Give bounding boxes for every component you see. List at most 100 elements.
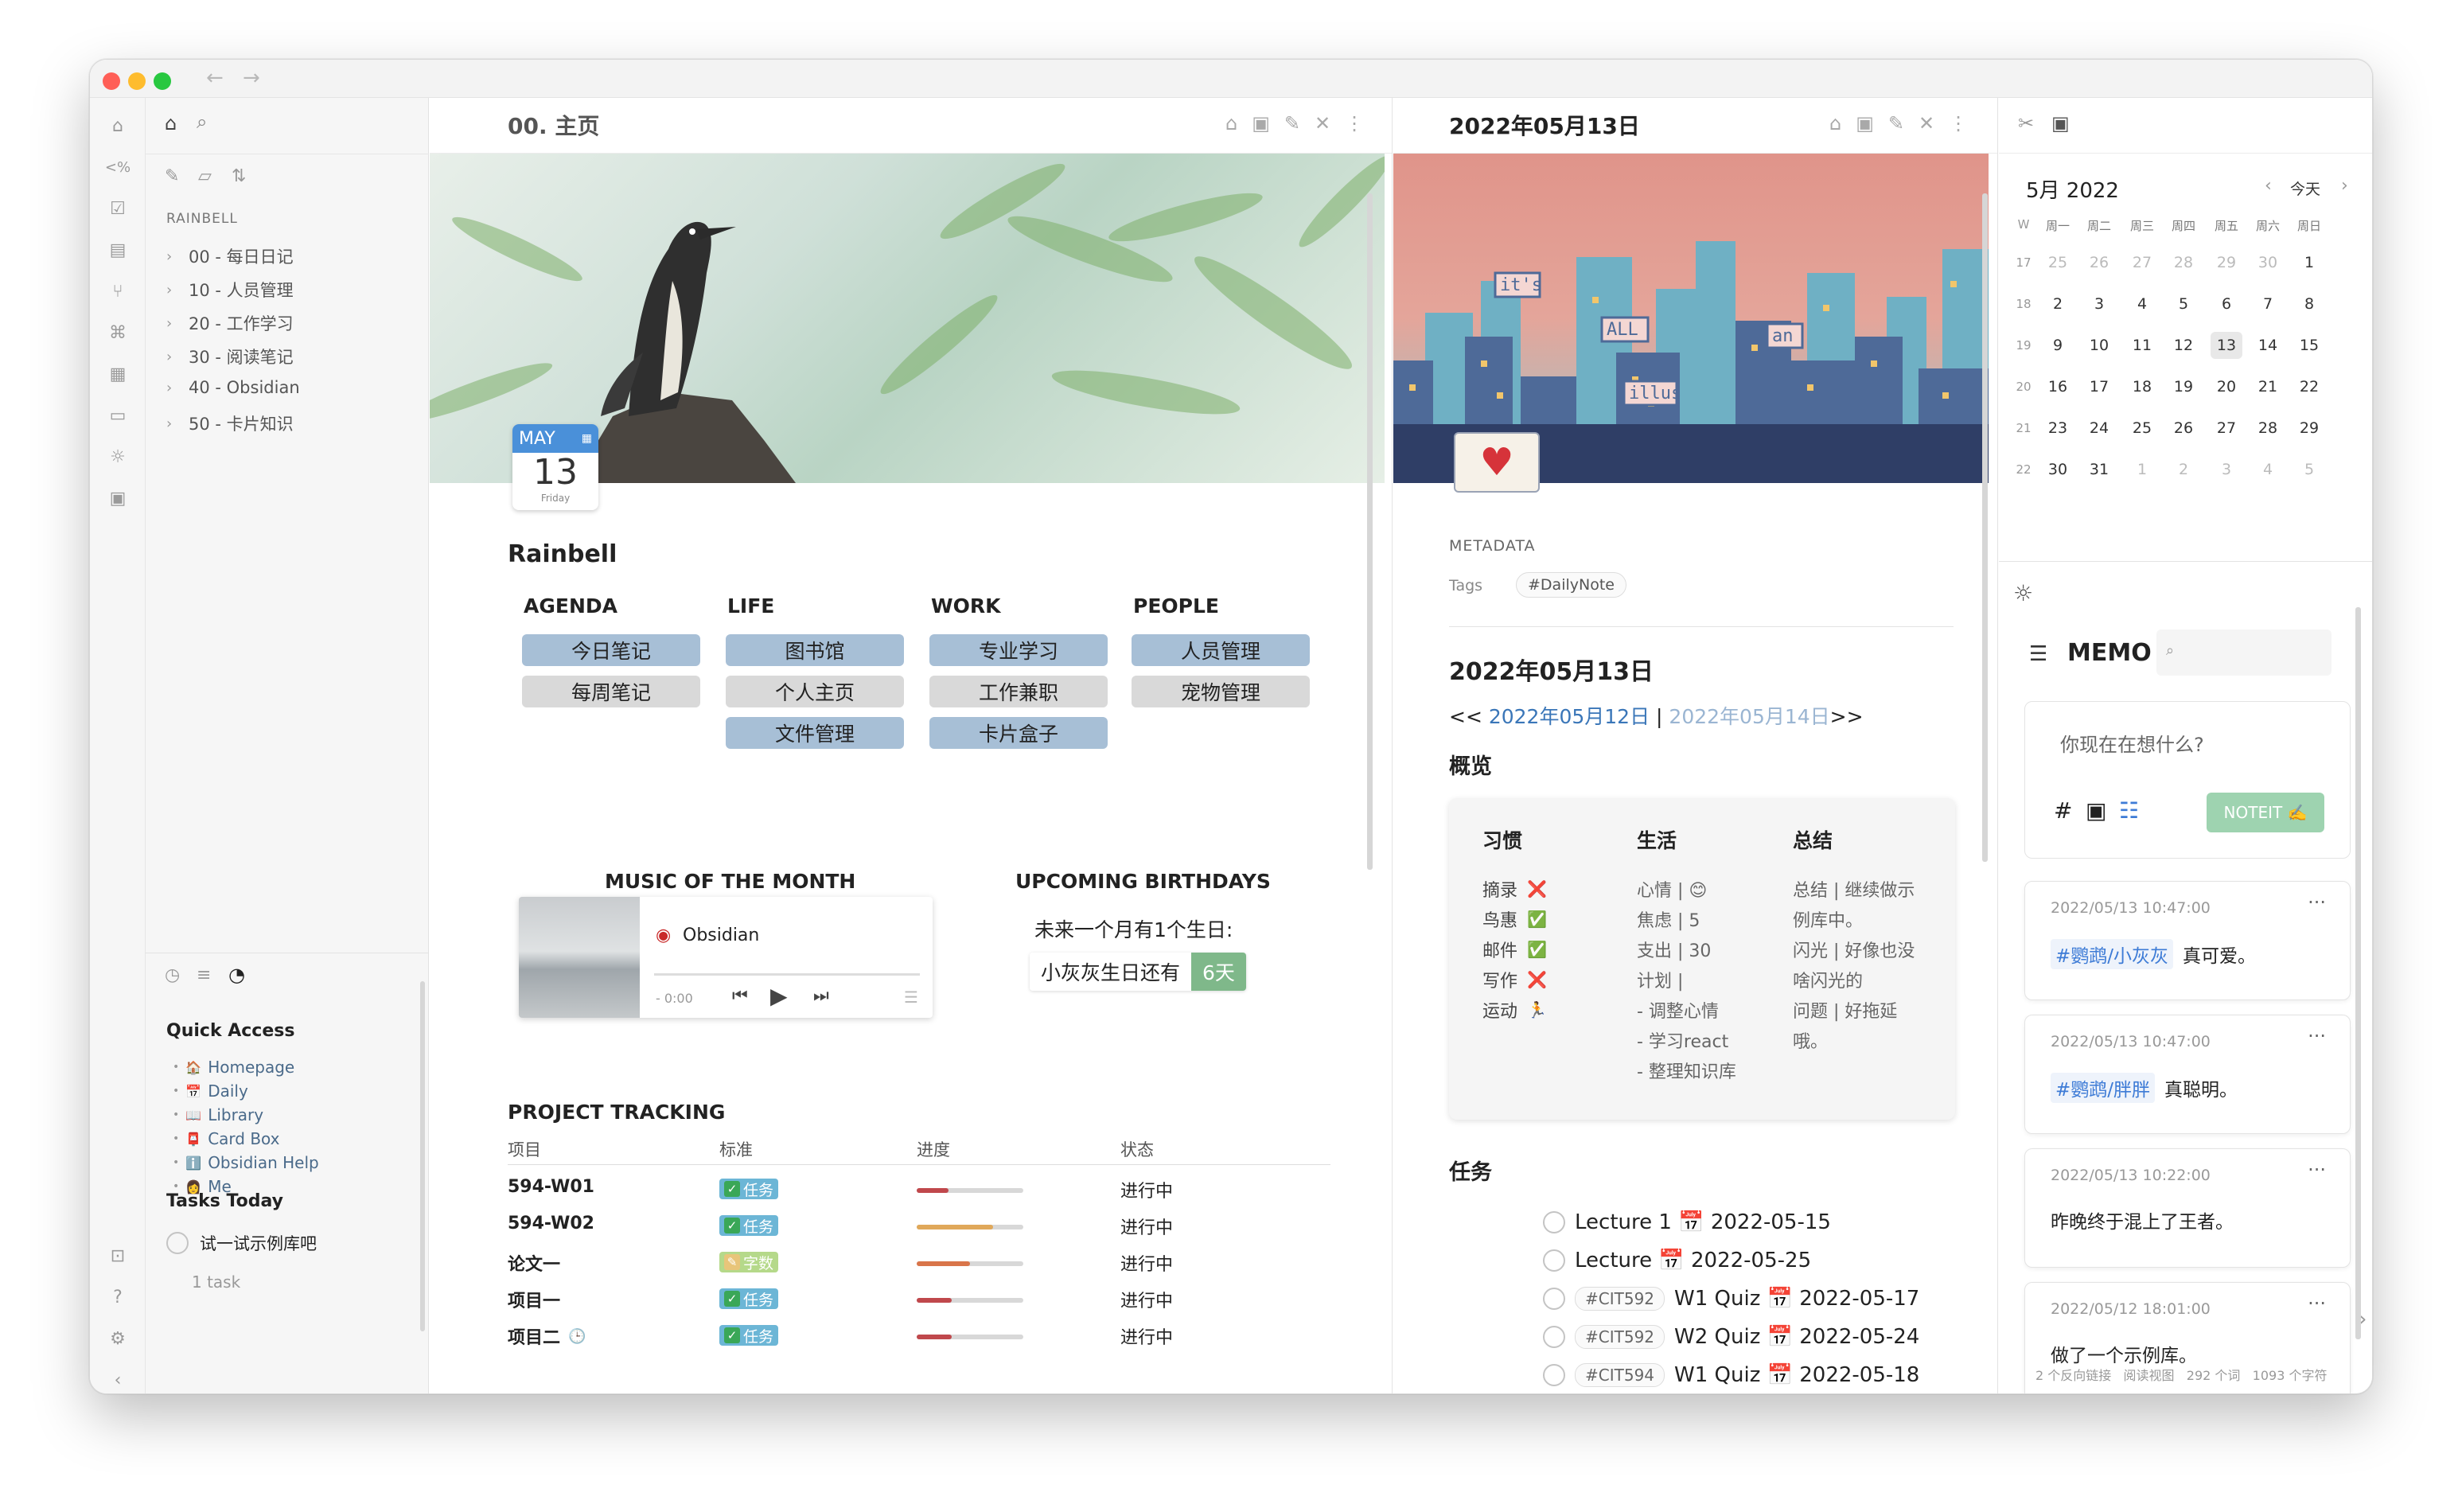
calendar-day[interactable]: 5 [2168, 295, 2199, 313]
calendar-day[interactable]: 3 [2083, 295, 2115, 313]
edit-icon[interactable]: ✎ [1284, 112, 1300, 134]
calendar-day[interactable]: 26 [2083, 254, 2115, 271]
memo-card[interactable]: 2022/05/13 10:47:00 ··· #鹦鹉/胖胖 真聪明。 [2024, 1015, 2351, 1134]
task-item[interactable]: Lecture 📅 2022-05-25 [1543, 1249, 1811, 1272]
home-icon[interactable]: ⌂ [1225, 112, 1237, 134]
memo-card[interactable]: 2022/05/13 10:47:00 ··· #鹦鹉/小灰灰 真可爱。 [2024, 881, 2351, 1000]
blocks-icon[interactable]: ▦ [104, 360, 131, 388]
task-tag[interactable]: #CIT592 [1575, 1287, 1665, 1311]
calendar-day[interactable]: 10 [2083, 337, 2115, 354]
more-icon[interactable]: ⋮ [1949, 112, 1968, 134]
calendar-day[interactable]: 1 [2126, 461, 2158, 478]
calendar-day[interactable]: 3 [2211, 461, 2242, 478]
memo-more-icon[interactable]: ··· [2308, 1025, 2326, 1047]
memo-search-input[interactable]: ⌕ [2156, 629, 2331, 676]
calendar-day[interactable]: 12 [2168, 337, 2199, 354]
calendar-day[interactable]: 4 [2126, 295, 2158, 313]
daily-note-tag[interactable]: #DailyNote [1516, 572, 1626, 598]
settings-gear-icon[interactable]: ⚙ [104, 1325, 131, 1352]
memo-editor[interactable]: 你现在在想什么? # ▣ ☷ NOTEIT ✍️ [2024, 701, 2351, 859]
collapse-icon[interactable]: ‹ [104, 1366, 131, 1393]
folder-tree-item[interactable]: › 20 - 工作学习 [166, 311, 294, 335]
minimize-window-button[interactable] [128, 72, 146, 90]
folder-tree-item[interactable]: › 50 - 卡片知识 [166, 411, 294, 435]
calendar-day[interactable]: 30 [2252, 254, 2284, 271]
task-tag[interactable]: #CIT592 [1575, 1325, 1665, 1349]
folder-tree-item[interactable]: › 00 - 每日日记 [166, 244, 294, 268]
lightbulb-icon[interactable]: ☼ [104, 443, 131, 470]
recent-icon[interactable]: ◷ [165, 965, 180, 985]
nav-button[interactable]: 每周笔记 [522, 676, 700, 707]
lightbulb-icon[interactable]: ☼ [2013, 580, 2033, 606]
calendar-day[interactable]: 27 [2126, 254, 2158, 271]
calendar-day[interactable]: 7 [2252, 295, 2284, 313]
calendar-day[interactable]: 29 [2293, 419, 2325, 437]
memo-more-icon[interactable]: ··· [2308, 891, 2326, 914]
calendar-day[interactable]: 22 [2293, 378, 2325, 396]
scrollbar[interactable] [420, 981, 425, 1331]
calendar-day[interactable]: 25 [2042, 254, 2074, 271]
quick-access-item[interactable]: • 📮 Card Box [173, 1129, 280, 1148]
noteit-button[interactable]: NOTEIT ✍️ [2207, 793, 2324, 832]
clock-icon[interactable]: ◔ [228, 964, 245, 986]
calendar-day[interactable]: 9 [2042, 337, 2074, 354]
calendar-day[interactable]: 2 [2042, 295, 2074, 313]
close-icon[interactable]: ✕ [1315, 112, 1330, 134]
scrollbar[interactable] [1367, 193, 1373, 870]
nav-button[interactable]: 卡片盒子 [929, 717, 1108, 749]
calendar-day[interactable]: 14 [2252, 337, 2284, 354]
project-name[interactable]: 项目二 🕒 [508, 1323, 586, 1349]
memo-tag[interactable]: #鹦鹉/小灰灰 [2051, 939, 2174, 969]
task-checkbox[interactable] [166, 1232, 189, 1254]
help-icon[interactable]: ? [104, 1284, 131, 1311]
task-item[interactable]: 试一试示例库吧 [166, 1231, 317, 1255]
memos-icon[interactable]: ✂ [2018, 112, 2034, 134]
forward-icon[interactable]: → [243, 66, 260, 90]
calendar-icon[interactable]: ▣ [2051, 112, 2070, 134]
sort-icon[interactable]: ⇅ [232, 166, 246, 186]
nav-button[interactable]: 今日笔记 [522, 634, 700, 666]
nav-button[interactable]: 工作兼职 [929, 676, 1108, 707]
calendar-day[interactable]: 16 [2042, 378, 2074, 396]
calendar-day[interactable]: 5 [2293, 461, 2325, 478]
list-icon[interactable]: ☷ [2119, 797, 2139, 824]
calendar-day[interactable]: 21 [2252, 378, 2284, 396]
calendar-week-number[interactable]: 17 [2010, 255, 2037, 270]
daily-note-icon[interactable]: ▤ [104, 236, 131, 263]
calendar-day[interactable]: 13 [2211, 332, 2242, 359]
next-day-link[interactable]: 2022年05月14日 [1669, 705, 1829, 728]
task-tag[interactable]: #CIT594 [1575, 1363, 1665, 1387]
calendar-week-number[interactable]: 21 [2010, 421, 2037, 435]
calendar-icon[interactable]: ▣ [1252, 112, 1270, 134]
nav-button[interactable]: 图书馆 [726, 634, 904, 666]
task-checkbox[interactable] [1543, 1326, 1565, 1348]
calendar-icon[interactable]: ▣ [1856, 112, 1874, 134]
task-checkbox[interactable] [1543, 1364, 1565, 1386]
new-note-icon[interactable]: ✎ [165, 166, 179, 186]
homepage-icon[interactable]: ⌂ [104, 112, 131, 139]
calendar-day[interactable]: 1 [2293, 254, 2325, 271]
hashtag-icon[interactable]: # [2054, 797, 2072, 824]
command-icon[interactable]: ⌘ [104, 319, 131, 346]
calendar-day[interactable]: 18 [2126, 378, 2158, 396]
checklist-icon[interactable]: ☑ [104, 195, 131, 222]
new-folder-icon[interactable]: ▱ [198, 166, 212, 186]
memo-editor-placeholder[interactable]: 你现在在想什么? [2060, 729, 2204, 757]
memo-more-icon[interactable]: ··· [2308, 1292, 2326, 1315]
nav-button[interactable]: 专业学习 [929, 634, 1108, 666]
close-window-button[interactable] [103, 72, 120, 90]
calendar-day[interactable]: 25 [2126, 419, 2158, 437]
calendar-day[interactable]: 20 [2211, 378, 2242, 396]
playlist-icon[interactable]: ☰ [904, 988, 918, 1007]
calendar-week-number[interactable]: 22 [2010, 462, 2037, 477]
graph-icon[interactable]: ⑂ [104, 278, 131, 305]
calendar-day[interactable]: 6 [2211, 295, 2242, 313]
home-icon[interactable]: ⌂ [1829, 112, 1841, 134]
calendar-day[interactable]: 15 [2293, 337, 2325, 354]
progress-track[interactable] [654, 973, 920, 976]
folder-tree-item[interactable]: › 30 - 阅读笔记 [166, 345, 294, 368]
task-item[interactable]: Lecture 1 📅 2022-05-15 [1543, 1210, 1831, 1234]
play-icon[interactable]: ▶ [770, 983, 788, 1009]
calendar-day[interactable]: 11 [2126, 337, 2158, 354]
more-icon[interactable]: ⋮ [1345, 112, 1364, 134]
